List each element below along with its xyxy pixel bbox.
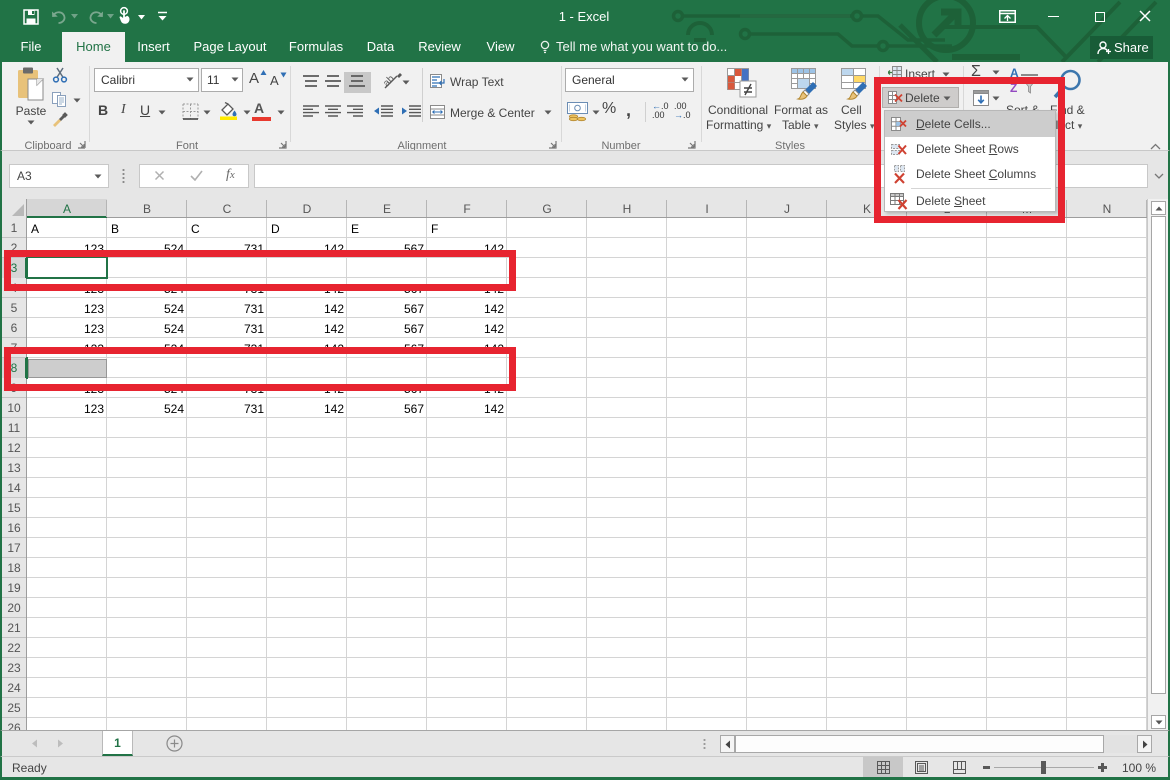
svg-text:ab: ab xyxy=(383,73,397,89)
